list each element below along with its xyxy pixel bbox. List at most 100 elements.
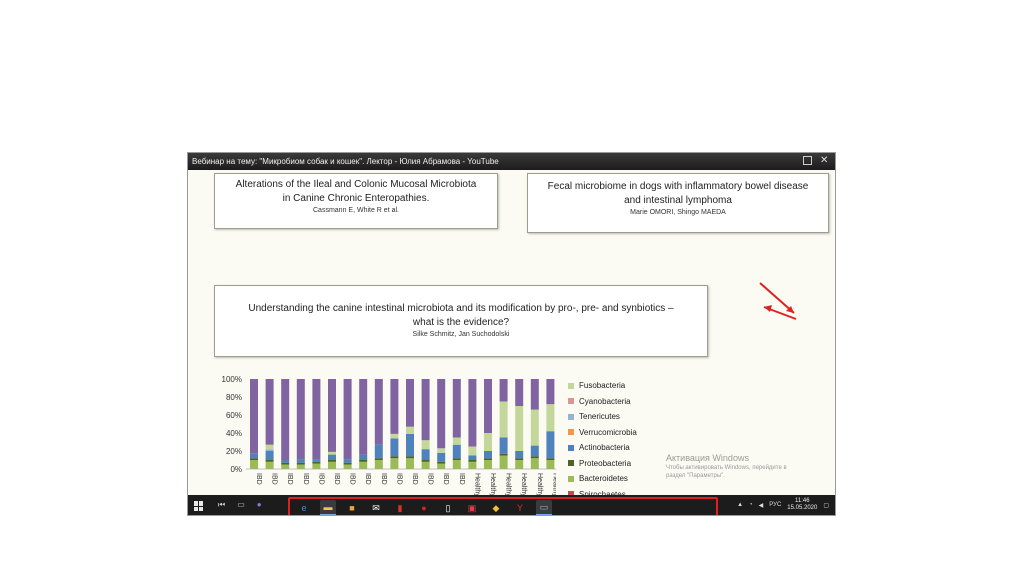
bar-segment-bacteroidetes (281, 464, 290, 469)
windows-start-icon[interactable] (194, 501, 204, 511)
chart-legend: Fusobacteria Cyanobacteria Tenericutes Verr… (568, 378, 678, 502)
bar-segment-bacteroidetes (484, 460, 492, 469)
bar-segment-other (265, 379, 274, 445)
volume-icon[interactable]: ◀ (759, 502, 764, 509)
bar-segment-actinobacteria (468, 455, 477, 460)
legend-swatch (568, 429, 574, 436)
legend-item: Cyanobacteria (568, 394, 678, 410)
x-tick-label: IBD (302, 473, 309, 485)
bar-segment-proteobacteria (359, 460, 368, 462)
bar-segment-other (452, 379, 461, 438)
y-tick-label: 80% (226, 393, 242, 402)
bar-segment-fusobacteria (328, 451, 336, 455)
bar-segment-other (250, 379, 258, 454)
legend-label: Tenericutes (579, 412, 620, 422)
explorer-icon[interactable]: ▬ (320, 500, 336, 515)
bar-segment-fusobacteria (499, 401, 508, 438)
x-tick-label: IBD (427, 473, 434, 485)
bar-segment-proteobacteria (374, 458, 383, 460)
bar-segment-other (546, 379, 555, 405)
mail-icon[interactable]: ✉ (368, 500, 384, 515)
bar-segment-actinobacteria (437, 452, 446, 462)
bar-segment-other (296, 379, 305, 460)
bar-segment-other (328, 379, 336, 452)
legend-item: Fusobacteria (568, 378, 678, 394)
legend-item: Bacteroidetes (568, 471, 678, 487)
reference-title: and intestinal lymphoma (624, 195, 732, 206)
x-tick-label: IBD (380, 473, 387, 485)
file-icon[interactable]: ▯ (440, 500, 456, 515)
bar-segment-proteobacteria (437, 461, 446, 464)
bar-segment-other (390, 379, 399, 434)
edge-icon[interactable]: e (296, 500, 312, 515)
reader-icon[interactable]: ▮ (392, 500, 408, 515)
title-bar-controls: ✕ (803, 156, 829, 166)
bar-segment-fusobacteria (452, 437, 461, 445)
bar-segment-proteobacteria (265, 460, 274, 462)
media-skip-icon[interactable]: ⏮ (218, 500, 225, 510)
bar-segment-fusobacteria (421, 440, 430, 450)
wifi-icon[interactable]: ◔ (749, 502, 753, 508)
bar-segment-actinobacteria (515, 451, 524, 459)
watermark-title: Активация Windows (666, 453, 749, 463)
legend-label: Cyanobacteria (579, 396, 631, 406)
bar-segment-proteobacteria (530, 456, 539, 459)
bar-segment-actinobacteria (484, 451, 492, 459)
bar-segment-actinobacteria (530, 445, 539, 457)
bar-segment-bacteroidetes (421, 461, 430, 469)
bar-segment-proteobacteria (515, 458, 524, 460)
media-icon[interactable]: ▣ (464, 500, 480, 515)
windows-activation-watermark: Активация Windows Чтобы активировать Win… (666, 452, 835, 480)
video-frame: Вебинар на тему: "Микробиом собак и коше… (187, 152, 836, 516)
task-view-icon[interactable]: ▭ (237, 500, 245, 510)
x-tick-label: IBD (271, 473, 278, 485)
bar-segment-fusobacteria (515, 406, 524, 451)
legend-item: Tenericutes (568, 409, 678, 425)
system-tray: ▲ ◔ ◀ РУС 11:46 15.05.2020 ▢ (737, 498, 829, 512)
x-tick-label: IBD (333, 473, 340, 485)
yandex-icon[interactable]: Y (512, 500, 528, 515)
reference-card-schmitz: Understanding the canine intestinal micr… (214, 285, 708, 357)
bar-segment-other (530, 379, 539, 410)
bar-segment-bacteroidetes (328, 461, 336, 469)
video-title: Вебинар на тему: "Микробиом собак и коше… (192, 157, 499, 166)
browser-window-icon[interactable]: ▭ (536, 500, 552, 515)
norton-icon[interactable]: ◆ (488, 500, 504, 515)
clock[interactable]: 11:46 15.05.2020 (787, 498, 817, 512)
bar-segment-other (499, 379, 508, 402)
bar-segment-bacteroidetes (343, 464, 352, 469)
bar-segment-bacteroidetes (515, 460, 524, 469)
bar-segment-fusobacteria (437, 448, 446, 453)
reference-authors: Cassmann E, White R et al. (313, 207, 399, 214)
bar-segment-proteobacteria (343, 462, 352, 465)
store-icon[interactable]: ■ (344, 500, 360, 515)
bar-segment-other (515, 379, 524, 406)
bar-segment-actinobacteria (374, 444, 383, 459)
bar-segment-bacteroidetes (468, 461, 477, 469)
bar-segment-fusobacteria (390, 433, 399, 439)
notifications-icon[interactable]: ▢ (823, 502, 829, 509)
cortana-icon[interactable]: ● (257, 500, 262, 510)
x-tick-label: IBD (458, 473, 465, 485)
bar-segment-fusobacteria (546, 404, 555, 432)
bar-segment-actinobacteria (499, 437, 508, 454)
bar-segment-other (484, 379, 492, 433)
reference-card-cassmann: Alterations of the Ileal and Colonic Muc… (214, 173, 498, 229)
opera-icon[interactable]: ● (416, 500, 432, 515)
network-icon[interactable]: ▲ (737, 502, 743, 508)
bar-segment-proteobacteria (468, 460, 477, 462)
bar-segment-proteobacteria (452, 458, 461, 460)
x-tick-label: Healthy (473, 473, 480, 497)
language-indicator[interactable]: РУС (769, 502, 781, 508)
bar-segment-bacteroidetes (296, 464, 305, 469)
fullscreen-icon[interactable] (803, 156, 812, 165)
clock-date: 15.05.2020 (787, 505, 818, 511)
x-tick-label: IBD (442, 473, 449, 485)
reference-title: Alterations of the Ileal and Colonic Muc… (235, 179, 477, 190)
close-icon[interactable]: ✕ (820, 156, 829, 166)
bar-segment-actinobacteria (452, 444, 461, 459)
bar-segment-other (406, 379, 414, 427)
bar-segment-bacteroidetes (312, 463, 321, 469)
legend-item: Verrucomicrobia (568, 425, 678, 441)
x-tick-label: Healthy (520, 473, 527, 497)
